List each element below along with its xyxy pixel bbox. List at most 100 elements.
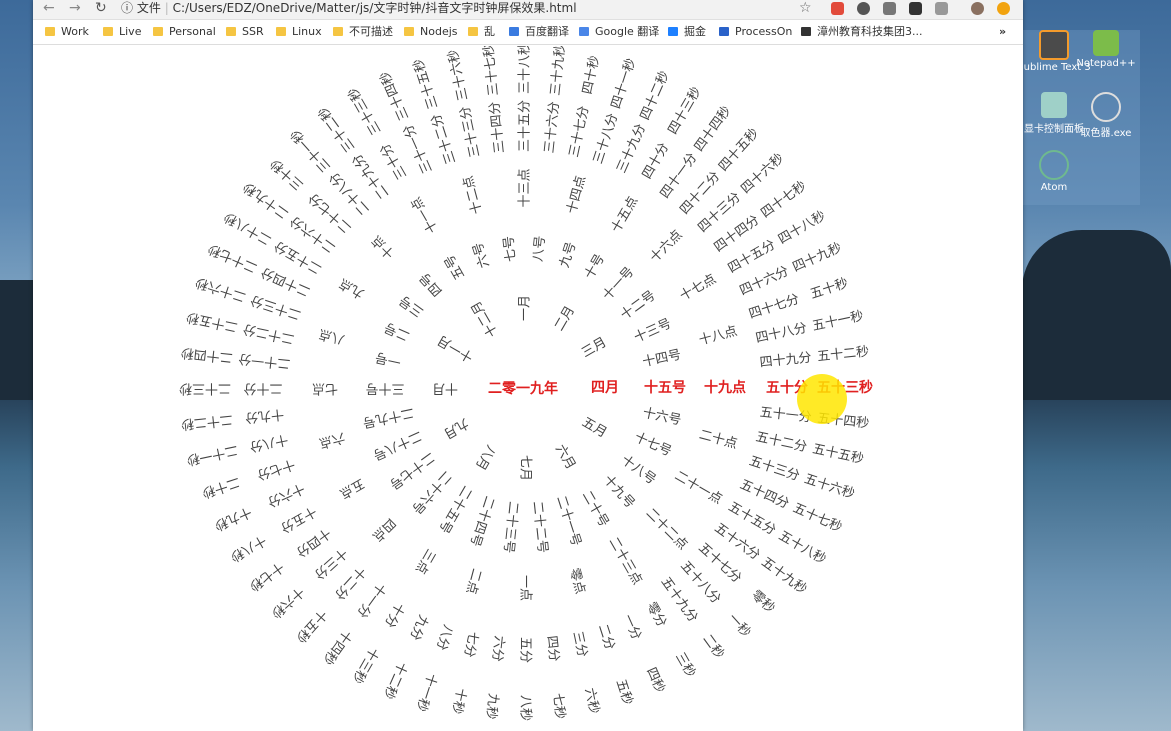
- bookmark-bukemiaoshu[interactable]: 不可描述: [333, 25, 393, 39]
- clock-day-label: 十五号: [644, 379, 686, 396]
- bookmark-linux[interactable]: Linux: [276, 25, 322, 39]
- forward-arrow-icon[interactable]: →: [69, 0, 81, 18]
- clock-minute-label: 一分: [619, 612, 643, 642]
- clock-day-label: 三十号: [365, 381, 404, 396]
- clock-day-label: 二十四号: [467, 494, 497, 548]
- clock-second-label: 十二秒: [380, 659, 410, 701]
- clock-second-label: 十秒: [448, 687, 468, 716]
- camera-icon[interactable]: [883, 2, 896, 15]
- clock-day-label: 十九号: [600, 472, 637, 511]
- clock-minute-label: 三十分: [378, 140, 410, 181]
- clock-minute-label: 三十二分: [429, 112, 459, 166]
- extension-icon-2[interactable]: [857, 2, 870, 15]
- clock-hour-label: 五点: [337, 475, 367, 501]
- clock-second-label: 十五秒: [292, 606, 329, 645]
- left-hill: [0, 280, 33, 400]
- clock-month-label: 四月: [591, 380, 619, 396]
- bookmark-personal[interactable]: Personal: [153, 25, 216, 39]
- clock-second-label: 四十六秒: [738, 151, 787, 197]
- clock-second-label: 二十七秒: [206, 240, 260, 275]
- clock-second-label: 二十四秒: [180, 344, 233, 364]
- clock-day-label: 十七号: [632, 430, 674, 460]
- clock-second-label: 二十五秒: [185, 309, 239, 334]
- bookmark-zhangzhou[interactable]: 漳州教育科技集团3...: [801, 25, 923, 39]
- bookmarks-overflow-icon[interactable]: »: [999, 25, 1006, 39]
- bookmark-luan[interactable]: 乱: [468, 25, 495, 39]
- clock-minute-label: 三十八分: [591, 112, 621, 166]
- bookmark-baidu-fanyi[interactable]: 百度翻译: [509, 25, 569, 39]
- clock-second-label: 四十一秒: [609, 57, 639, 111]
- atom-desktop-icon[interactable]: Atom: [1014, 150, 1094, 193]
- clock-minute-label: 二分: [595, 623, 617, 652]
- clock-minute-label: 二十一分: [238, 350, 291, 370]
- clock-day-label: 五号: [442, 252, 468, 282]
- back-arrow-icon[interactable]: ←: [43, 0, 55, 18]
- notepadpp-desktop-icon[interactable]: Notepad++: [1066, 30, 1146, 69]
- clock-second-label: 四十七秒: [758, 179, 809, 222]
- extension-icon-4[interactable]: [909, 2, 922, 15]
- clock-minute-label: 十分: [381, 600, 407, 630]
- clock-hour-label: 二点: [463, 567, 484, 596]
- address-bar[interactable]: ⓘ 文件 | C:/Users/EDZ/OneDrive/Matter/js/文…: [121, 0, 811, 17]
- star-icon[interactable]: ☆: [799, 0, 812, 18]
- avatar[interactable]: [971, 2, 984, 15]
- clock-day-label: 十号: [582, 252, 608, 282]
- clock-second-label: 三十八秒: [518, 46, 533, 94]
- clock-second-label: 九秒: [483, 692, 501, 719]
- mouse-highlight: [797, 374, 847, 424]
- clock-minute-label: 四十九分: [759, 350, 812, 370]
- bookmark-ssr[interactable]: SSR: [226, 25, 264, 39]
- clock-second-label: 二秒: [699, 632, 726, 662]
- clock-day-label: 二号: [382, 319, 412, 343]
- clock-second-label: 五十七秒: [790, 501, 844, 536]
- bookmark-work[interactable]: Work: [45, 25, 89, 39]
- clock-day-label: 六号: [471, 240, 493, 269]
- clock-second-label: 五秒: [613, 678, 635, 707]
- color-picker-desktop-icon[interactable]: 取色器.exe: [1066, 92, 1146, 139]
- clock-minute-label: 十一分: [353, 580, 388, 620]
- clock-minute-label: 五分: [518, 637, 533, 663]
- clock-second-label: 三十五秒: [411, 57, 441, 111]
- clock-second-label: 四十四秒: [692, 104, 735, 155]
- clock-hour-label: 二十三点: [606, 535, 645, 588]
- clock-month-label: 九月: [441, 415, 471, 441]
- clock-minute-label: 七分: [460, 630, 480, 659]
- google-translate-icon: [579, 27, 589, 36]
- clock-second-label: 四十九秒: [790, 240, 844, 275]
- clock-minute-label: 十四分: [293, 524, 333, 559]
- clock-minute-label: 六分: [489, 635, 507, 662]
- update-icon[interactable]: [997, 2, 1010, 15]
- clock-second-label: 零秒: [748, 588, 777, 617]
- folder-icon: [153, 27, 163, 36]
- sublime-icon: [1039, 30, 1069, 60]
- clock-second-label: 三十秒: [268, 155, 307, 192]
- clock-hour-label: 一点: [518, 575, 533, 601]
- clock-second-label: 四十八秒: [776, 209, 829, 248]
- bookmark-nodejs[interactable]: Nodejs: [404, 25, 458, 39]
- clock-day-label: 三号: [397, 292, 427, 319]
- bookmark-live[interactable]: Live: [103, 25, 141, 39]
- clock-minute-label: 十三分: [311, 545, 350, 582]
- clock-minute-label: 三十四分: [487, 101, 507, 154]
- clock-minute-label: 四十分: [640, 140, 672, 181]
- bookmark-juejin[interactable]: 掘金: [668, 25, 706, 39]
- folder-icon: [276, 27, 286, 36]
- clock-second-label: 五十秒: [808, 276, 850, 302]
- browser-toolbar: ← → ↻ ⓘ 文件 | C:/Users/EDZ/OneDrive/Matte…: [33, 0, 1023, 20]
- clock-minute-label: 三十五分: [518, 100, 533, 152]
- bookmark-google-fanyi[interactable]: Google 翻译: [579, 25, 659, 39]
- extension-icon-1[interactable]: [831, 2, 844, 15]
- clock-second-label: 三十七秒: [481, 46, 501, 96]
- clock-day-label: 一号: [374, 349, 403, 369]
- clock-minute-label: 四分: [544, 635, 562, 662]
- extension-icon-5[interactable]: [935, 2, 948, 15]
- clock-month-label: 十一月: [435, 332, 476, 364]
- clock-second-label: 二十秒: [200, 474, 242, 500]
- reload-icon[interactable]: ↻: [95, 0, 107, 18]
- clock-month-label: 十二月: [469, 298, 501, 339]
- clock-hour-label: 七点: [312, 381, 338, 396]
- clock-second-label: 七秒: [550, 692, 568, 719]
- clock-day-label: 二十三号: [500, 501, 520, 554]
- bookmark-processon[interactable]: ProcessOn: [719, 25, 792, 39]
- clock-second-label: 八秒: [518, 695, 533, 721]
